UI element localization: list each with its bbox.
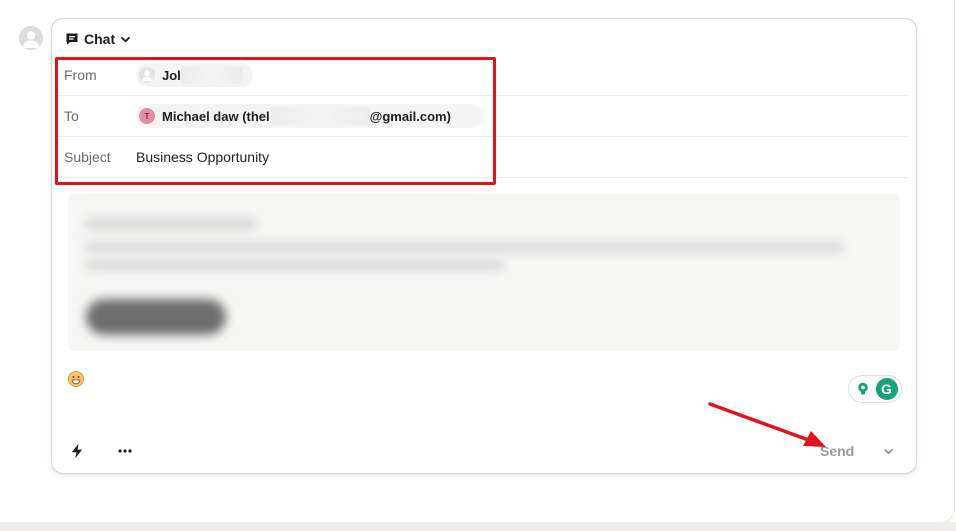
from-row: From Jol: [56, 55, 908, 96]
send-button[interactable]: Send: [820, 439, 854, 463]
chat-bubble-icon: [65, 32, 79, 46]
page-footer-strip: [0, 522, 956, 531]
mode-label: Chat: [84, 31, 116, 47]
recipient-value-suffix: @gmail.com): [369, 108, 451, 124]
redacted-email: [269, 107, 370, 125]
from-label: From: [64, 67, 97, 83]
chevron-down-icon: [120, 34, 131, 45]
more-horizontal-icon[interactable]: [113, 439, 137, 463]
blurred-text: [84, 218, 256, 230]
mode-selector[interactable]: Chat: [65, 29, 131, 49]
sender-avatar: [139, 67, 155, 83]
user-avatar: [19, 26, 43, 50]
recipient-avatar: T: [139, 108, 155, 124]
from-value: Jol: [162, 67, 181, 83]
grammarly-widget: G: [848, 375, 902, 403]
subject-label: Subject: [64, 149, 111, 165]
lightbulb-icon[interactable]: [852, 379, 873, 399]
grammarly-logo[interactable]: G: [875, 378, 898, 400]
subject-row: Subject Business Opportunity: [56, 137, 908, 178]
blurred-text: [84, 260, 504, 270]
grinning-emoji-icon[interactable]: [68, 371, 84, 387]
recipient-value-prefix: Michael daw (thel: [162, 108, 270, 124]
recipient-chip[interactable]: T Michael daw (thel @gmail.com): [136, 104, 483, 128]
email-body-preview: [68, 194, 900, 351]
send-options-chevron-down-icon[interactable]: [878, 439, 898, 463]
from-chip[interactable]: Jol: [136, 63, 253, 87]
redacted-sender: [180, 66, 243, 84]
subject-field[interactable]: Business Opportunity: [136, 149, 269, 165]
to-row: To T Michael daw (thel @gmail.com): [56, 96, 908, 137]
blurred-button: [86, 299, 226, 335]
to-label: To: [64, 108, 79, 124]
lightning-icon[interactable]: [65, 439, 89, 463]
email-composer: Chat From Jol To T Michael daw (thel @gm…: [51, 18, 917, 474]
blurred-text: [84, 242, 844, 252]
